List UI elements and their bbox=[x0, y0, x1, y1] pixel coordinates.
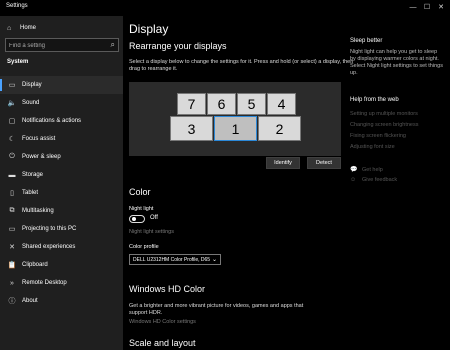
moon-icon: ☾ bbox=[8, 136, 16, 143]
monitor-2[interactable]: 2 bbox=[258, 116, 301, 141]
hd-color-settings-link[interactable]: Windows HD Color settings bbox=[129, 319, 196, 325]
night-light-toggle[interactable] bbox=[129, 215, 145, 223]
title-bar: Settings — ☐ ✕ bbox=[0, 0, 450, 16]
window-title: Settings bbox=[6, 3, 28, 9]
night-light-label: Night light bbox=[129, 206, 154, 212]
get-help-label: Get help bbox=[362, 166, 383, 173]
feedback-icon: ☺ bbox=[350, 177, 357, 183]
color-profile-value: DELL U2312HM Color Profile, D65 bbox=[133, 257, 211, 263]
info-icon: ⓘ bbox=[8, 298, 16, 305]
sidebar-item-label: Display bbox=[22, 82, 42, 88]
rearrange-description-2: drag to rearrange it. bbox=[129, 66, 178, 72]
search-icon[interactable]: ⌕ bbox=[111, 40, 115, 50]
search-box[interactable]: ⌕ bbox=[5, 38, 119, 52]
rearrange-description-1: Select a display below to change the set… bbox=[129, 59, 354, 65]
sidebar: ⌂ Home ⌕ System ▭ Display 🔈 Sound ▢ Noti… bbox=[0, 16, 123, 350]
sleep-better-text-1: Night light can help you get to sleep bbox=[350, 49, 438, 55]
sleep-better-text-4: up. bbox=[350, 70, 358, 76]
help-link-font-size[interactable]: Adjusting font size bbox=[350, 144, 395, 150]
monitor-4[interactable]: 4 bbox=[267, 93, 296, 115]
sidebar-item-power-sleep[interactable]: ⏻ Power & sleep bbox=[0, 148, 123, 166]
sidebar-item-clipboard[interactable]: 📋 Clipboard bbox=[0, 256, 123, 274]
monitor-6[interactable]: 6 bbox=[207, 93, 236, 115]
detect-button[interactable]: Detect bbox=[307, 157, 341, 169]
sidebar-item-label: Remote Desktop bbox=[22, 280, 67, 286]
page-title: Display bbox=[129, 22, 169, 36]
sidebar-item-label: Storage bbox=[22, 172, 44, 178]
monitor-1[interactable]: 1 bbox=[214, 116, 257, 141]
sidebar-item-label: Projecting to this PC bbox=[22, 226, 77, 232]
help-link-multiple-monitors[interactable]: Setting up multiple monitors bbox=[350, 111, 418, 117]
sidebar-item-label: About bbox=[22, 298, 38, 304]
sidebar-item-label: Tablet bbox=[22, 190, 39, 196]
monitor-7[interactable]: 7 bbox=[177, 93, 206, 115]
sidebar-item-notifications[interactable]: ▢ Notifications & actions bbox=[0, 112, 123, 130]
maximize-button[interactable]: ☐ bbox=[420, 0, 434, 16]
night-light-state: Off bbox=[150, 215, 158, 221]
projector-icon: ▭ bbox=[8, 226, 16, 233]
hd-color-description-1: Get a brighter and more vibrant picture … bbox=[129, 303, 304, 309]
sidebar-item-storage[interactable]: ▬ Storage bbox=[0, 166, 123, 184]
give-feedback-label: Give feedback bbox=[362, 177, 398, 183]
chevron-down-icon: ⌄ bbox=[211, 257, 217, 263]
sidebar-item-label: Clipboard bbox=[22, 262, 48, 268]
get-help-link[interactable]: 💬 Get help bbox=[350, 166, 383, 174]
color-heading: Color bbox=[129, 187, 151, 197]
hd-color-description-2: support HDR. bbox=[129, 310, 163, 316]
sidebar-item-label: Multitasking bbox=[22, 208, 54, 214]
monitor-5[interactable]: 5 bbox=[237, 93, 266, 115]
home-icon: ⌂ bbox=[7, 24, 12, 32]
sidebar-item-shared-experiences[interactable]: ✕ Shared experiences bbox=[0, 238, 123, 256]
right-panel: Sleep better Night light can help you ge… bbox=[350, 16, 450, 350]
sidebar-item-about[interactable]: ⓘ About bbox=[0, 292, 123, 310]
sidebar-item-label: Notifications & actions bbox=[22, 118, 82, 124]
sidebar-item-label: Sound bbox=[22, 100, 40, 106]
sidebar-item-label: Shared experiences bbox=[22, 244, 76, 250]
monitor-icon: ▭ bbox=[8, 82, 16, 89]
sleep-better-text-3: Select Night light settings to set thing… bbox=[350, 63, 443, 69]
give-feedback-link[interactable]: ☺ Give feedback bbox=[350, 177, 397, 183]
search-input[interactable] bbox=[9, 41, 104, 50]
rearrange-heading: Rearrange your displays bbox=[129, 41, 227, 51]
color-profile-label: Color profile bbox=[129, 244, 159, 250]
tablet-icon: ▯ bbox=[10, 190, 14, 197]
hd-color-heading: Windows HD Color bbox=[129, 284, 206, 294]
storage-icon: ▬ bbox=[8, 171, 16, 179]
scale-layout-heading: Scale and layout bbox=[129, 338, 196, 348]
sleep-better-heading: Sleep better bbox=[350, 38, 383, 44]
display-arrangement-area: 7 6 5 4 3 1 2 bbox=[129, 82, 341, 156]
clipboard-icon: 📋 bbox=[7, 262, 17, 269]
sidebar-item-sound[interactable]: 🔈 Sound bbox=[0, 94, 123, 112]
sidebar-item-display[interactable]: ▭ Display bbox=[0, 76, 123, 94]
speaker-icon: 🔈 bbox=[7, 100, 17, 107]
toggle-knob bbox=[132, 217, 136, 221]
notification-icon: ▢ bbox=[8, 118, 16, 125]
sidebar-item-projecting[interactable]: ▭ Projecting to this PC bbox=[0, 220, 123, 238]
minimize-button[interactable]: — bbox=[406, 0, 420, 16]
sidebar-item-multitasking[interactable]: ⧉ Multitasking bbox=[0, 202, 123, 220]
sidebar-item-label: Power & sleep bbox=[22, 154, 61, 160]
home-link[interactable]: ⌂ Home bbox=[7, 23, 36, 33]
identify-button[interactable]: Identify bbox=[266, 157, 300, 169]
section-label: System bbox=[7, 59, 29, 65]
help-heading: Help from the web bbox=[350, 97, 399, 103]
shared-icon: ✕ bbox=[9, 244, 15, 251]
help-link-brightness[interactable]: Changing screen brightness bbox=[350, 122, 419, 128]
power-icon: ⏻ bbox=[9, 153, 15, 160]
chat-icon: 💬 bbox=[350, 167, 358, 173]
color-profile-dropdown[interactable]: DELL U2312HM Color Profile, D65 ⌄ bbox=[129, 254, 221, 265]
home-label: Home bbox=[20, 25, 37, 31]
sidebar-item-label: Focus assist bbox=[22, 136, 56, 142]
sidebar-item-focus-assist[interactable]: ☾ Focus assist bbox=[0, 130, 123, 148]
help-link-flickering[interactable]: Fixing screen flickering bbox=[350, 133, 406, 139]
close-button[interactable]: ✕ bbox=[434, 0, 448, 16]
sidebar-item-remote-desktop[interactable]: » Remote Desktop bbox=[0, 274, 123, 292]
monitor-3[interactable]: 3 bbox=[170, 116, 213, 141]
sleep-better-text-2: by displaying warmer colors at night. bbox=[350, 56, 439, 62]
sidebar-item-tablet[interactable]: ▯ Tablet bbox=[0, 184, 123, 202]
multitasking-icon: ⧉ bbox=[9, 207, 15, 214]
remote-desktop-icon: » bbox=[10, 279, 14, 287]
night-light-settings-link[interactable]: Night light settings bbox=[129, 229, 174, 235]
